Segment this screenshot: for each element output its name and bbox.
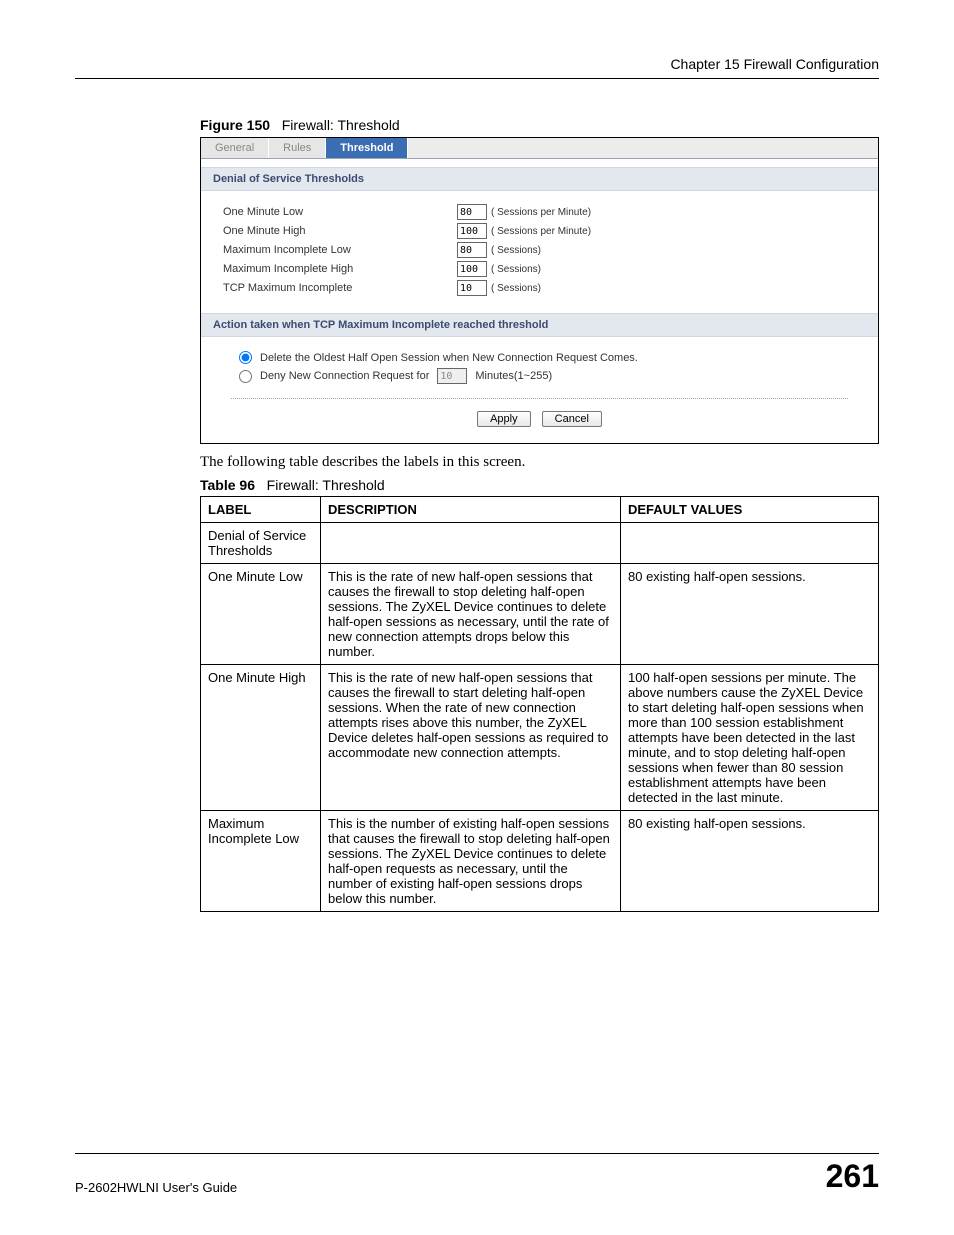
input-deny-minutes bbox=[437, 368, 467, 384]
input-one-minute-high[interactable] bbox=[457, 223, 487, 239]
separator bbox=[231, 398, 848, 399]
row-one-minute-high: One Minute High ( Sessions per Minute) bbox=[223, 223, 864, 239]
th-label: LABEL bbox=[201, 497, 321, 523]
label-max-incomplete-low: Maximum Incomplete Low bbox=[223, 244, 453, 256]
intro-text: The following table describes the labels… bbox=[200, 454, 879, 471]
cell-default: 100 half-open sessions per minute. The a… bbox=[621, 665, 879, 811]
cell-label: Denial of Service Thresholds bbox=[201, 523, 321, 564]
label-one-minute-low: One Minute Low bbox=[223, 206, 453, 218]
table-row: One Minute High This is the rate of new … bbox=[201, 665, 879, 811]
input-one-minute-low[interactable] bbox=[457, 204, 487, 220]
input-max-incomplete-low[interactable] bbox=[457, 242, 487, 258]
tab-rules[interactable]: Rules bbox=[269, 138, 326, 158]
th-desc: DESCRIPTION bbox=[321, 497, 621, 523]
table-row: Maximum Incomplete Low This is the numbe… bbox=[201, 811, 879, 912]
unit-max-incomplete-high: ( Sessions) bbox=[491, 264, 541, 275]
cell-default bbox=[621, 523, 879, 564]
input-tcp-max-incomplete[interactable] bbox=[457, 280, 487, 296]
figure-caption: Figure 150 Firewall: Threshold bbox=[200, 117, 879, 133]
row-one-minute-low: One Minute Low ( Sessions per Minute) bbox=[223, 204, 864, 220]
radio-row-deny-new: Deny New Connection Request for Minutes(… bbox=[239, 368, 864, 384]
apply-button[interactable]: Apply bbox=[477, 411, 531, 427]
cell-desc bbox=[321, 523, 621, 564]
row-tcp-max-incomplete: TCP Maximum Incomplete ( Sessions) bbox=[223, 280, 864, 296]
firewall-threshold-screenshot: General Rules Threshold Denial of Servic… bbox=[200, 137, 879, 444]
description-table: LABEL DESCRIPTION DEFAULT VALUES Denial … bbox=[200, 496, 879, 912]
cell-desc: This is the number of existing half-open… bbox=[321, 811, 621, 912]
radio-deny-new-post: Minutes(1~255) bbox=[475, 370, 552, 382]
label-tcp-max-incomplete: TCP Maximum Incomplete bbox=[223, 282, 453, 294]
table-number: Table 96 bbox=[200, 477, 255, 493]
label-one-minute-high: One Minute High bbox=[223, 225, 453, 237]
cell-label: One Minute High bbox=[201, 665, 321, 811]
cell-desc: This is the rate of new half-open sessio… bbox=[321, 665, 621, 811]
unit-one-minute-low: ( Sessions per Minute) bbox=[491, 207, 591, 218]
tab-bar: General Rules Threshold bbox=[201, 138, 878, 159]
cancel-button[interactable]: Cancel bbox=[542, 411, 602, 427]
unit-max-incomplete-low: ( Sessions) bbox=[491, 245, 541, 256]
table-row: Denial of Service Thresholds bbox=[201, 523, 879, 564]
footer-page-number: 261 bbox=[826, 1158, 879, 1195]
cell-label: One Minute Low bbox=[201, 564, 321, 665]
footer-guide-name: P-2602HWLNI User's Guide bbox=[75, 1180, 237, 1195]
th-default: DEFAULT VALUES bbox=[621, 497, 879, 523]
cell-label: Maximum Incomplete Low bbox=[201, 811, 321, 912]
input-max-incomplete-high[interactable] bbox=[457, 261, 487, 277]
section-dos-thresholds: Denial of Service Thresholds bbox=[201, 167, 878, 191]
radio-delete-oldest[interactable] bbox=[239, 351, 252, 364]
radio-deny-new[interactable] bbox=[239, 370, 252, 383]
unit-tcp-max-incomplete: ( Sessions) bbox=[491, 283, 541, 294]
page-footer: P-2602HWLNI User's Guide 261 bbox=[75, 1153, 879, 1195]
radio-row-delete-oldest: Delete the Oldest Half Open Session when… bbox=[239, 351, 864, 364]
tab-general[interactable]: General bbox=[201, 138, 269, 158]
section-action-threshold: Action taken when TCP Maximum Incomplete… bbox=[201, 313, 878, 337]
row-max-incomplete-low: Maximum Incomplete Low ( Sessions) bbox=[223, 242, 864, 258]
figure-number: Figure 150 bbox=[200, 117, 270, 133]
row-max-incomplete-high: Maximum Incomplete High ( Sessions) bbox=[223, 261, 864, 277]
tab-threshold[interactable]: Threshold bbox=[326, 138, 408, 158]
cell-desc: This is the rate of new half-open sessio… bbox=[321, 564, 621, 665]
table-caption: Table 96 Firewall: Threshold bbox=[200, 477, 879, 493]
chapter-header: Chapter 15 Firewall Configuration bbox=[75, 56, 879, 79]
radio-deny-new-pre: Deny New Connection Request for bbox=[260, 370, 429, 382]
table-title: Firewall: Threshold bbox=[267, 477, 385, 493]
cell-default: 80 existing half-open sessions. bbox=[621, 564, 879, 665]
cell-default: 80 existing half-open sessions. bbox=[621, 811, 879, 912]
table-row: One Minute Low This is the rate of new h… bbox=[201, 564, 879, 665]
radio-delete-oldest-label: Delete the Oldest Half Open Session when… bbox=[260, 352, 638, 364]
label-max-incomplete-high: Maximum Incomplete High bbox=[223, 263, 453, 275]
unit-one-minute-high: ( Sessions per Minute) bbox=[491, 226, 591, 237]
figure-title: Firewall: Threshold bbox=[282, 117, 400, 133]
